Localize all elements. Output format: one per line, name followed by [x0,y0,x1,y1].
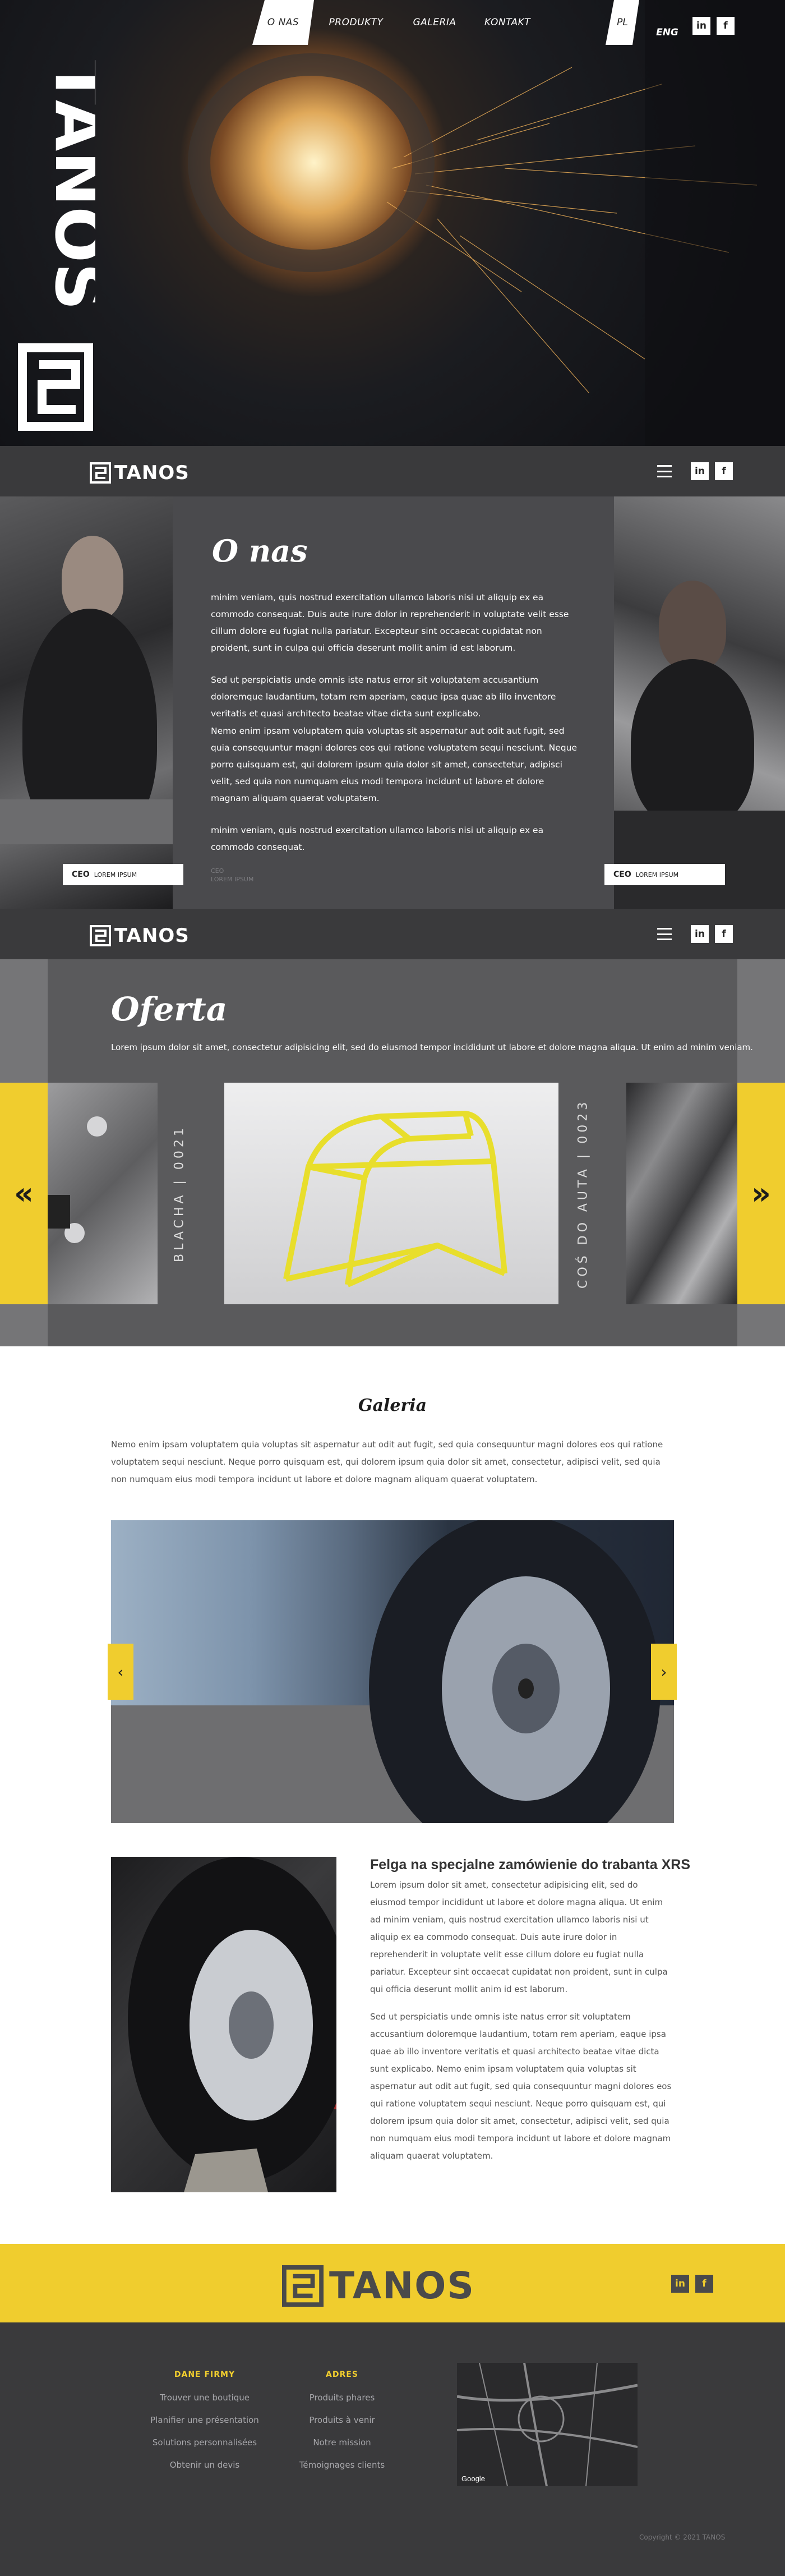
brand-mark-icon [90,462,111,484]
brand-logo[interactable]: TANOS [90,462,190,484]
offer-tile-rollcage[interactable] [224,1083,558,1304]
article-paragraph-2: Sed ut perspiciatis unde omnis iste natu… [370,2012,672,2161]
top-navigation: O NAS PRODUKTY GALERIA KONTAKT PL ENG in… [0,0,785,45]
facebook-icon[interactable]: f [715,462,733,480]
footer-link[interactable]: Produits à venir [280,2415,404,2425]
section-header: TANOS in f [0,909,785,959]
lang-pl-button[interactable]: PL [606,0,639,45]
article-title: Felga na specjalne zamówienie do trabant… [370,1857,690,1873]
nav-item-o-nas[interactable]: O NAS [252,0,314,45]
footer-brand-bar: TANOS in f [0,2244,785,2322]
about-photo-right [614,496,785,909]
sticky-header: TANOS in f [0,446,785,496]
menu-icon[interactable] [657,928,672,940]
gallery-description: Nemo enim ipsam voluptatem quia voluptas… [111,1439,663,1484]
brand-mark-icon [282,2265,324,2307]
ceo-caption-name: LOREM IPSUM [211,876,254,883]
footer-link[interactable]: Solutions personnalisées [143,2437,266,2448]
offer-label-auto: COŚ DO AUTA | 0023 [576,1098,590,1289]
offer-title: Oferta [111,990,228,1028]
offer-tile-blacha[interactable] [48,1083,158,1304]
ceo-tag-left: CEO LOREM IPSUM [63,864,183,885]
gallery-title: Galeria [358,1396,427,1415]
offer-label-blacha: BLACHA | 0021 [172,1125,187,1262]
copyright-text: Copyright © 2021 TANOS [639,2533,726,2541]
footer-link[interactable]: Produits phares [280,2393,404,2403]
page: TANOS O NAS PRODUKTY GALERIA KONTAKT PL … [0,0,785,2576]
offer-tile-pipes[interactable] [626,1083,737,1304]
ceo-label: CEO [72,870,90,879]
about-paragraph-4: minim veniam, quis nostrud exercitation … [211,825,544,852]
article-image-tire [111,1857,336,2192]
linkedin-icon[interactable]: in [691,925,709,943]
chevron-right-icon[interactable]: › [651,1644,677,1700]
chevron-left-icon[interactable]: ‹ [108,1644,133,1700]
double-chevron-right-icon[interactable]: » [737,1083,785,1304]
about-paragraph-2: Sed ut perspiciatis unde omnis iste natu… [211,675,556,719]
ceo-name: LOREM IPSUM [94,871,137,878]
about-paragraph-1: minim veniam, quis nostrud exercitation … [211,592,569,653]
article-paragraph-1: Lorem ipsum dolor sit amet, consectetur … [370,1880,668,1994]
ceo-tag-right: CEO LOREM IPSUM [604,864,725,885]
ceo-caption-role: CEO [211,867,224,875]
offer-section: Oferta Lorem ipsum dolor sit amet, conse… [0,959,785,1346]
about-paragraph-3: Nemo enim ipsam voluptatem quia voluptas… [211,726,577,803]
footer-brand-name: TANOS [329,2264,475,2307]
brand-mark-icon [90,925,111,946]
location-map[interactable]: Google [457,2363,638,2486]
brand-logo-vertical: TANOS [18,60,95,431]
footer-heading-address: ADRES [326,2370,358,2379]
hero-section: TANOS O NAS PRODUKTY GALERIA KONTAKT PL … [0,0,785,446]
facebook-icon[interactable]: f [695,2275,713,2293]
brand-logo[interactable]: TANOS [90,924,190,947]
about-photo-left [0,496,173,909]
gallery-main-image [111,1520,674,1823]
nav-item-galeria[interactable]: GALERIA [404,0,465,45]
rollcage-image [283,1111,507,1287]
footer-heading-company: DANE FIRMY [174,2370,236,2379]
footer-link[interactable]: Témoignages clients [280,2460,404,2470]
facebook-icon[interactable]: f [717,17,735,35]
footer-link[interactable]: Notre mission [280,2437,404,2448]
offer-subtitle: Lorem ipsum dolor sit amet, consectetur … [111,1042,753,1052]
linkedin-icon[interactable]: in [692,17,710,35]
nav-item-kontakt[interactable]: KONTAKT [477,0,538,45]
ceo-label: CEO [613,870,631,879]
map-attribution: Google [461,2474,485,2483]
linkedin-icon[interactable]: in [671,2275,689,2293]
ceo-name: LOREM IPSUM [635,871,679,878]
nav-item-produkty[interactable]: PRODUKTY [325,0,387,45]
footer-link[interactable]: Planifier une présentation [143,2415,266,2425]
svg-text:TANOS: TANOS [40,60,95,311]
lang-eng-button[interactable]: ENG [656,0,678,65]
footer-link[interactable]: Obtenir un devis [143,2460,266,2470]
double-chevron-left-icon[interactable]: « [0,1083,48,1304]
footer-logo[interactable]: TANOS [282,2264,475,2307]
facebook-icon[interactable]: f [715,925,733,943]
brand-name: TANOS [114,924,190,947]
footer-link[interactable]: Trouver une boutique [143,2393,266,2403]
brand-name: TANOS [114,462,190,484]
about-panel: O nas minim veniam, quis nostrud exercit… [173,496,614,909]
hero-background-image [188,0,785,446]
linkedin-icon[interactable]: in [691,462,709,480]
about-section: O nas minim veniam, quis nostrud exercit… [0,496,785,909]
menu-icon[interactable] [657,465,672,477]
ceo-caption: CEO LOREM IPSUM [211,867,253,884]
about-title: O nas [212,533,308,569]
